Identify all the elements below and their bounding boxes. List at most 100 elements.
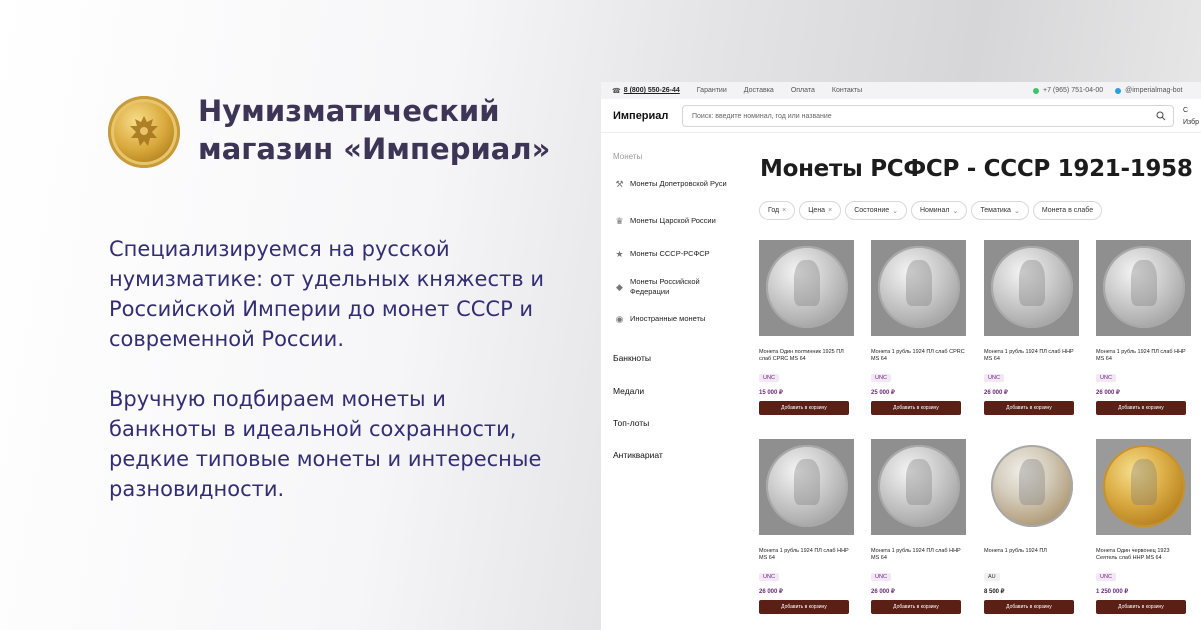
- grade-badge: UNC: [871, 573, 891, 581]
- filter-label: Состояние: [854, 207, 890, 214]
- filter-bar: Год × Цена × Состояние ⌄ Номинал ⌄ Тематика ⌄…: [759, 201, 1106, 220]
- clear-icon[interactable]: ×: [782, 207, 786, 214]
- telegram-link[interactable]: @imperialmag-bot: [1125, 87, 1182, 94]
- product-card[interactable]: Монета 1 рубль 1924 ПЛ слаб ННР MS 64 UN…: [759, 439, 854, 614]
- coin-photo: [991, 246, 1073, 328]
- add-to-cart-button[interactable]: Добавить в корзину: [1096, 600, 1186, 614]
- product-title[interactable]: Монета Один полтинник 1925 ПЛ слаб CPRC …: [759, 349, 854, 365]
- sidebar-item-ussr[interactable]: ★ Монеты СССР-РСФСР: [615, 249, 735, 259]
- coin-photo: [1103, 445, 1185, 527]
- sidebar-item-banknotes[interactable]: Банкноты: [613, 353, 651, 363]
- sidebar-item-medals[interactable]: Медали: [613, 386, 644, 396]
- product-price: 15 000 ₽: [759, 390, 783, 396]
- filter-label: Тематика: [980, 207, 1011, 214]
- product-price: 26 000 ₽: [871, 589, 895, 595]
- coin-photo: [878, 445, 960, 527]
- coin-image[interactable]: [984, 439, 1079, 535]
- globe-icon: ◉: [615, 314, 624, 324]
- product-price: 26 000 ₽: [759, 589, 783, 595]
- filter-theme[interactable]: Тематика ⌄: [971, 201, 1029, 220]
- sidebar-item-antiques[interactable]: Антиквариат: [613, 450, 663, 460]
- product-title[interactable]: Монета 1 рубль 1924 ПЛ слаб CPRC MS 64: [871, 349, 966, 365]
- product-title[interactable]: Монета 1 рубль 1924 ПЛ слаб ННР MS 64: [871, 548, 966, 564]
- site-header: Империал Поиск: введите номинал, год или…: [601, 99, 1201, 133]
- header-favorites[interactable]: С Избр: [1183, 105, 1199, 129]
- product-price: 25 000 ₽: [871, 390, 895, 396]
- filter-price[interactable]: Цена ×: [799, 201, 842, 220]
- phone-icon: ☎: [612, 87, 621, 95]
- coin-image[interactable]: [759, 240, 854, 336]
- filter-slab[interactable]: Монета в слабе: [1032, 201, 1103, 220]
- clear-icon[interactable]: ×: [828, 207, 832, 214]
- grade-badge: UNC: [759, 374, 779, 382]
- add-to-cart-button[interactable]: Добавить в корзину: [1096, 401, 1186, 415]
- add-to-cart-button[interactable]: Добавить в корзину: [984, 600, 1074, 614]
- search-placeholder: Поиск: введите номинал, год или название: [692, 112, 832, 120]
- sidebar-item-tsarist[interactable]: ♛ Монеты Царской России: [615, 216, 735, 226]
- product-card[interactable]: Монета 1 рубль 1924 ПЛ слаб ННР MS 64 UN…: [1096, 240, 1191, 415]
- product-card[interactable]: Монета 1 рубль 1924 ПЛ слаб ННР MS 64 UN…: [984, 240, 1079, 415]
- promo-title: Нумизматический магазин «Империал»: [198, 92, 578, 168]
- double-headed-eagle-icon: [130, 116, 158, 146]
- coin-image[interactable]: [871, 240, 966, 336]
- product-card[interactable]: Монета 1 рубль 1924 ПЛ слаб CPRC MS 64 U…: [871, 240, 966, 415]
- star-icon: ★: [615, 249, 624, 259]
- product-card[interactable]: Монета 1 рубль 1924 ПЛ слаб ННР MS 64 UN…: [871, 439, 966, 614]
- topbar-link-contacts[interactable]: Контакты: [832, 87, 862, 94]
- store-website-preview: ☎ 8 (800) 550-26-44 Гарантии Доставка Оп…: [601, 82, 1201, 630]
- coin-image[interactable]: [1096, 439, 1191, 535]
- search-icon[interactable]: [1156, 111, 1166, 121]
- product-title[interactable]: Монета 1 рубль 1924 ПЛ слаб ННР MS 64: [1096, 349, 1191, 365]
- sidebar-item-rf[interactable]: ◆ Монеты Российской Федерации: [615, 277, 735, 297]
- coin-photo: [766, 246, 848, 328]
- promo-paragraph-2: Вручную подбираем монеты и банкноты в ид…: [109, 387, 542, 501]
- topbar-link-delivery[interactable]: Доставка: [744, 87, 774, 94]
- add-to-cart-button[interactable]: Добавить в корзину: [871, 401, 961, 415]
- coin-photo: [766, 445, 848, 527]
- topbar-link-guarantees[interactable]: Гарантии: [697, 87, 727, 94]
- grade-badge: UNC: [1096, 374, 1116, 382]
- coin-photo: [991, 445, 1073, 527]
- grade-badge: AU: [984, 573, 1000, 581]
- sidebar-item-label: Монеты Допетровской Руси: [630, 179, 727, 188]
- sidebar-item-pre-petrine[interactable]: ⚒ Монеты Допетровской Руси: [615, 179, 735, 189]
- sidebar-item-label: Монеты СССР-РСФСР: [630, 249, 710, 258]
- product-title[interactable]: Монета 1 рубль 1924 ПЛ слаб ННР MS 64: [759, 548, 854, 564]
- phone-link[interactable]: 8 (800) 550-26-44: [624, 87, 680, 94]
- chevron-down-icon: ⌄: [952, 207, 959, 215]
- search-input[interactable]: Поиск: введите номинал, год или название: [682, 105, 1174, 127]
- coin-image[interactable]: [984, 240, 1079, 336]
- product-card[interactable]: Монета Один полтинник 1925 ПЛ слаб CPRC …: [759, 240, 854, 415]
- coin-image[interactable]: [871, 439, 966, 535]
- bear-icon: ◆: [616, 282, 623, 292]
- sidebar-item-top-lots[interactable]: Топ-лоты: [613, 418, 649, 428]
- site-logo[interactable]: Империал: [613, 110, 682, 122]
- sidebar-item-foreign[interactable]: ◉ Иностранные монеты: [615, 314, 735, 324]
- product-card[interactable]: Монета 1 рубль 1924 ПЛ AU 8 500 ₽ Добави…: [984, 439, 1079, 614]
- topbar-link-payment[interactable]: Оплата: [791, 87, 815, 94]
- topbar-messengers: +7 (965) 751-04-00 @imperialmag-bot: [1033, 87, 1182, 94]
- add-to-cart-button[interactable]: Добавить в корзину: [871, 600, 961, 614]
- filter-condition[interactable]: Состояние ⌄: [845, 201, 907, 220]
- whatsapp-link[interactable]: +7 (965) 751-04-00: [1043, 87, 1103, 94]
- product-card[interactable]: Монета Один червонец 1923 Сеятель слаб Н…: [1096, 439, 1191, 614]
- sidebar-heading[interactable]: Монеты: [613, 152, 642, 161]
- add-to-cart-button[interactable]: Добавить в корзину: [759, 401, 849, 415]
- sidebar-item-label: Иностранные монеты: [630, 314, 706, 323]
- add-to-cart-button[interactable]: Добавить в корзину: [984, 401, 1074, 415]
- product-title[interactable]: Монета Один червонец 1923 Сеятель слаб Н…: [1096, 548, 1191, 564]
- product-title[interactable]: Монета 1 рубль 1924 ПЛ слаб ННР MS 64: [984, 349, 1079, 365]
- filter-label: Номинал: [920, 207, 950, 214]
- coin-image[interactable]: [759, 439, 854, 535]
- grade-badge: UNC: [759, 573, 779, 581]
- coin-image[interactable]: [1096, 240, 1191, 336]
- product-title[interactable]: Монета 1 рубль 1924 ПЛ: [984, 548, 1079, 564]
- filter-label: Год: [768, 207, 780, 214]
- sidebar-item-label: Монеты Российской Федерации: [630, 277, 700, 296]
- filter-label: Цена: [808, 207, 826, 214]
- filter-denomination[interactable]: Номинал ⌄: [911, 201, 968, 220]
- coin-photo: [878, 246, 960, 328]
- filter-year[interactable]: Год ×: [759, 201, 796, 220]
- promo-title-line2: магазин «Империал»: [198, 132, 551, 166]
- add-to-cart-button[interactable]: Добавить в корзину: [759, 600, 849, 614]
